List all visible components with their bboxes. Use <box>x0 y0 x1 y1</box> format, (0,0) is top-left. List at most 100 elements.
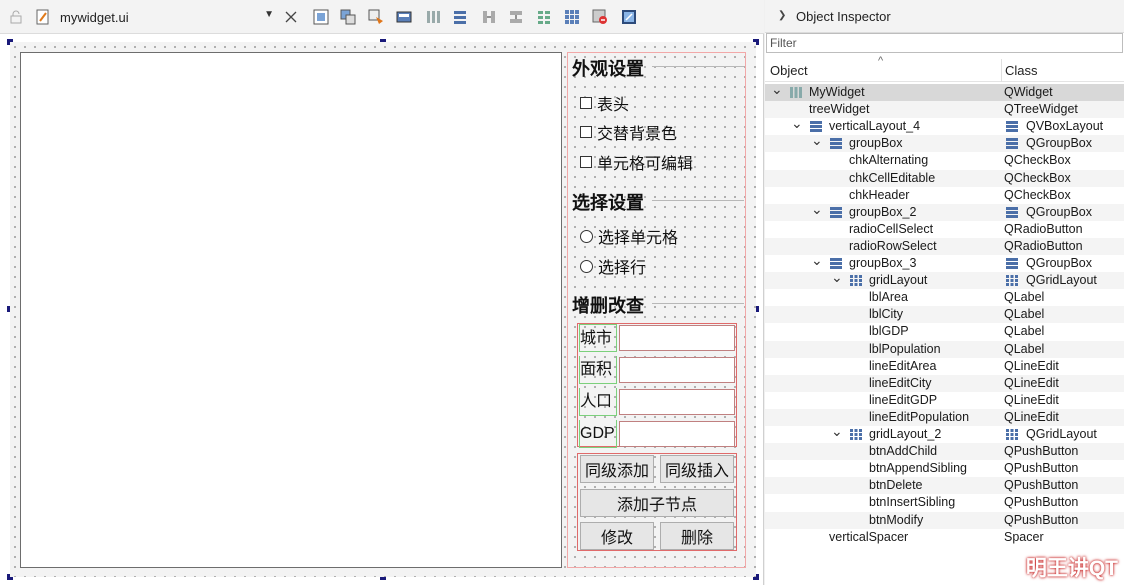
chevron-down-icon[interactable]: ⌄ <box>831 423 843 440</box>
vertical-layout-icon <box>1005 120 1019 136</box>
object-class: QTreeWidget <box>1004 102 1078 117</box>
chevron-down-icon: ▼ <box>264 9 274 20</box>
tree-row[interactable]: lblPopulation QLabel <box>765 340 1124 358</box>
tree-row[interactable]: lineEditArea QLineEdit <box>765 358 1124 375</box>
tree-row[interactable]: lineEditGDP QLineEdit <box>765 392 1124 409</box>
column-object[interactable]: Object <box>770 63 808 78</box>
add-child-button[interactable]: 添加子节点 <box>580 489 734 517</box>
tree-row[interactable]: chkAlternating QCheckBox <box>765 152 1124 169</box>
layout-splitter-horizontal-icon[interactable] <box>480 7 498 27</box>
tree-row[interactable]: verticalSpacer Spacer <box>765 529 1124 546</box>
layout-splitter-vertical-icon[interactable] <box>507 7 525 27</box>
object-name: gridLayout <box>869 273 928 288</box>
object-name: lblPopulation <box>869 341 941 356</box>
sort-indicator-icon: ^ <box>878 55 884 67</box>
object-class: QPushButton <box>1004 461 1079 476</box>
tree-row[interactable]: lblGDP QLabel <box>765 323 1124 340</box>
column-separator[interactable] <box>1001 59 1002 82</box>
checkbox-header[interactable]: 表头 <box>580 91 629 115</box>
column-class[interactable]: Class <box>1005 63 1038 78</box>
object-name: chkCellEditable <box>849 170 936 185</box>
radio-row-select[interactable]: 选择行 <box>580 254 646 278</box>
add-sibling-button[interactable]: 同级添加 <box>580 455 654 483</box>
inspector-header: ❯ Object Inspector <box>765 0 1124 33</box>
edit-widgets-icon[interactable] <box>312 7 330 27</box>
tree-row[interactable]: btnInsertSibling QPushButton <box>765 494 1124 511</box>
insert-sibling-button[interactable]: 同级插入 <box>660 455 734 483</box>
object-class: QRadioButton <box>1004 221 1083 236</box>
tree-row[interactable]: btnAddChild QPushButton <box>765 443 1124 461</box>
object-class: QVBoxLayout <box>1026 119 1104 134</box>
edit-buddies-icon[interactable] <box>367 7 385 27</box>
vertical-layout-icon <box>829 137 843 153</box>
tree-row[interactable]: ⌄ MyWidget QWidget <box>765 81 1124 102</box>
radio-circle[interactable] <box>580 259 593 273</box>
object-class: QLabel <box>1004 290 1045 305</box>
chevron-down-icon[interactable]: ⌄ <box>811 132 823 149</box>
checkbox-cell-editable[interactable]: 单元格可编辑 <box>580 150 693 174</box>
modify-button[interactable]: 修改 <box>580 522 654 550</box>
tree-widget[interactable] <box>20 52 562 568</box>
break-layout-icon[interactable] <box>591 7 609 27</box>
label-area: 面积 <box>579 356 617 384</box>
grid-layout-icon <box>1005 274 1019 290</box>
line-edit-city[interactable] <box>619 325 735 351</box>
object-class: QLabel <box>1004 307 1045 322</box>
chevron-down-icon[interactable]: ⌄ <box>811 201 823 218</box>
lock-icon[interactable] <box>8 7 24 27</box>
file-selector[interactable]: mywidget.ui ▼ <box>32 7 276 27</box>
checkbox-box[interactable] <box>580 156 592 168</box>
radio-circle[interactable] <box>580 229 593 243</box>
tree-row[interactable]: lineEditCity QLineEdit <box>765 374 1124 392</box>
grid-layout-icon <box>849 428 863 444</box>
inspector-title: Object Inspector <box>796 9 891 24</box>
tree-row[interactable]: lineEditPopulation QLineEdit <box>765 408 1124 426</box>
tree-row[interactable]: ⌄ gridLayout QGridLayout <box>765 269 1124 290</box>
ui-file-icon <box>36 9 50 28</box>
line-edit-population[interactable] <box>619 389 735 415</box>
chevron-down-icon[interactable]: ⌄ <box>771 81 783 98</box>
checkbox-box[interactable] <box>580 97 592 109</box>
radio-cell-select[interactable]: 选择单元格 <box>580 224 678 248</box>
line-edit-gdp[interactable] <box>619 421 735 447</box>
object-name: verticalLayout_4 <box>829 119 921 134</box>
layout-vertical-icon[interactable] <box>451 7 469 27</box>
tree-row[interactable]: btnModify QPushButton <box>765 511 1124 529</box>
chevron-down-icon[interactable]: ❯ <box>778 10 786 21</box>
label-city: 城市 <box>579 324 617 352</box>
object-class: QGroupBox <box>1026 136 1093 151</box>
checkbox-label: 交替背景色 <box>597 126 678 143</box>
layout-horizontal-icon[interactable] <box>424 7 442 27</box>
edit-tab-order-icon[interactable] <box>395 7 413 27</box>
layout-grid-icon[interactable] <box>563 7 581 27</box>
chevron-down-icon[interactable]: ⌄ <box>791 115 803 132</box>
tree-row[interactable]: radioCellSelect QRadioButton <box>765 221 1124 238</box>
chevron-down-icon[interactable]: ⌄ <box>811 252 823 269</box>
delete-button[interactable]: 删除 <box>660 522 734 550</box>
tree-row[interactable]: ⌄ groupBox_3 QGroupBox <box>765 252 1124 272</box>
tree-row[interactable]: treeWidget QTreeWidget <box>765 101 1124 119</box>
tree-row[interactable]: lblCity QLabel <box>765 306 1124 324</box>
horizontal-layout-icon <box>789 86 803 102</box>
object-name: btnInsertSibling <box>869 495 956 510</box>
line-edit-area[interactable] <box>619 357 735 383</box>
grid-layout-icon <box>849 274 863 290</box>
object-name: lineEditCity <box>869 375 932 390</box>
chevron-down-icon[interactable]: ⌄ <box>831 269 843 286</box>
tree-row[interactable]: ⌄ groupBox_2 QGroupBox <box>765 201 1124 221</box>
tree-row[interactable]: lblArea QLabel <box>765 289 1124 306</box>
checkbox-alternating[interactable]: 交替背景色 <box>580 120 677 144</box>
close-icon[interactable] <box>283 7 299 27</box>
adjust-size-icon[interactable] <box>620 7 638 27</box>
tree-row[interactable]: btnDelete QPushButton <box>765 477 1124 495</box>
filter-input[interactable]: Filter <box>766 33 1123 53</box>
edit-signals-icon[interactable] <box>339 7 357 27</box>
layout-form-icon[interactable] <box>535 7 553 27</box>
tree-row[interactable]: ⌄ groupBox QGroupBox <box>765 132 1124 153</box>
tree-row[interactable]: ⌄ gridLayout_2 QGridLayout <box>765 423 1124 444</box>
tree-row[interactable]: btnAppendSibling QPushButton <box>765 460 1124 477</box>
groupbox-divider <box>652 200 744 201</box>
object-name: lineEditArea <box>869 358 937 373</box>
tree-row[interactable]: chkCellEditable QCheckBox <box>765 169 1124 187</box>
checkbox-box[interactable] <box>580 126 592 138</box>
